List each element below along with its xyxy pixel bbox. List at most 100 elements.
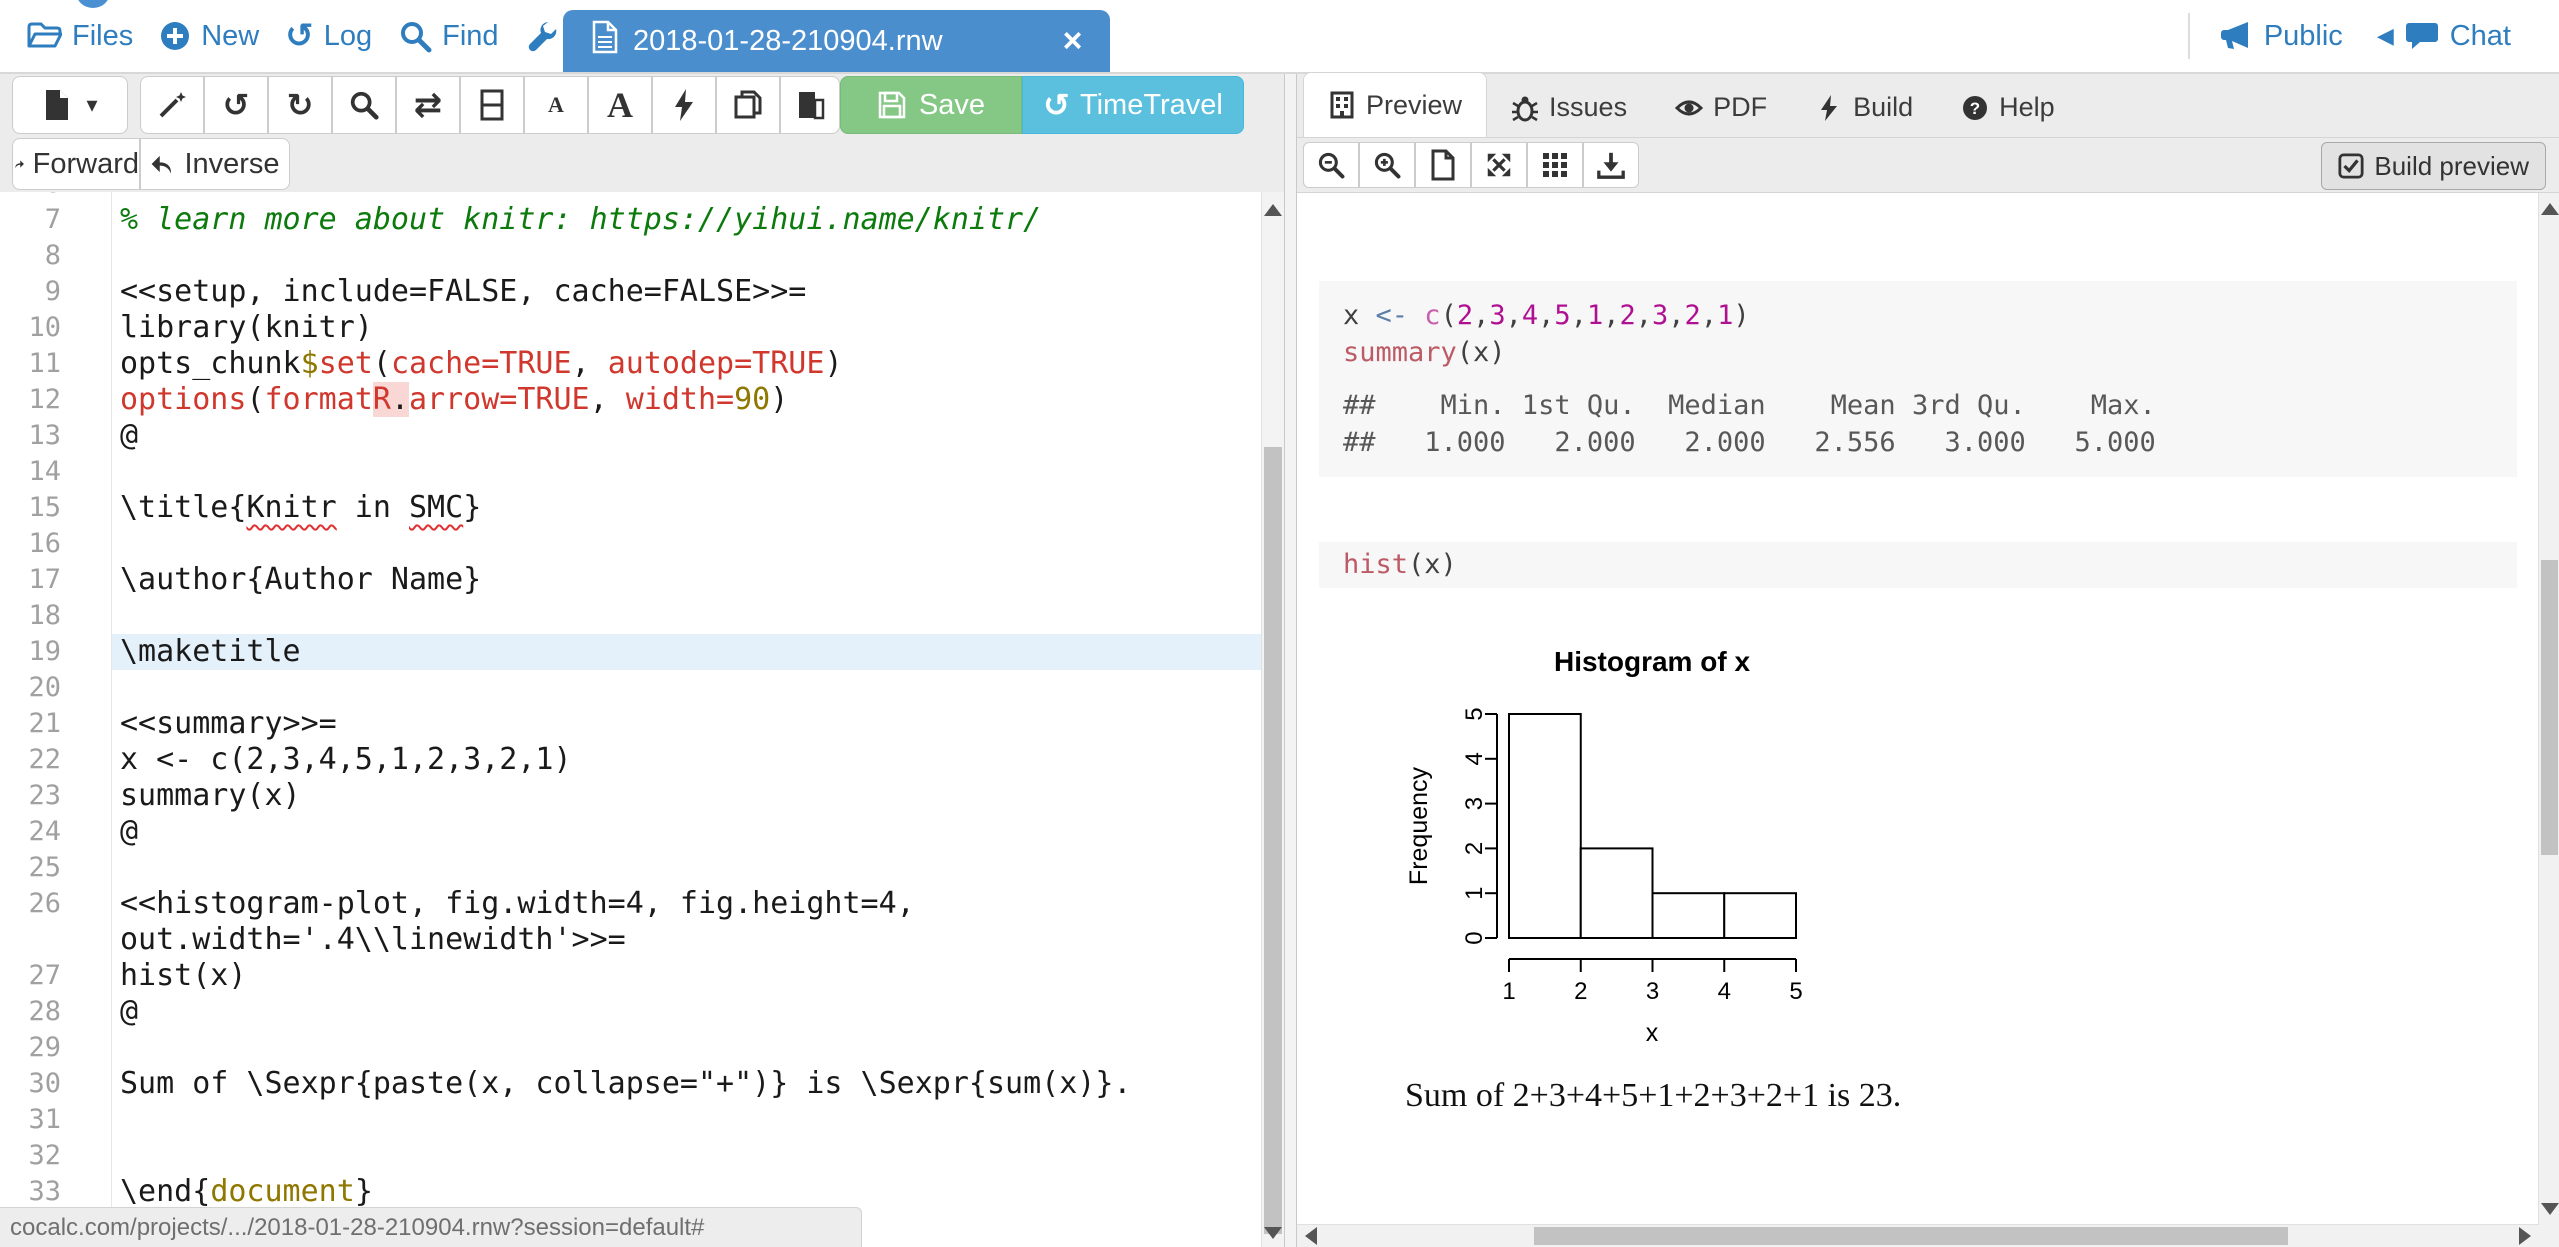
scroll-down-arrow[interactable] bbox=[1264, 1227, 1282, 1239]
tab-issues[interactable]: Issues bbox=[1487, 78, 1651, 137]
nav-log[interactable]: ↺ Log bbox=[285, 16, 372, 56]
caret-left-icon: ◀ bbox=[2377, 24, 2394, 49]
scroll-left-arrow[interactable] bbox=[1305, 1227, 1317, 1245]
editor-line[interactable]: 27hist(x) bbox=[0, 958, 1262, 994]
inverse-button[interactable]: Inverse bbox=[140, 138, 290, 190]
undo-button[interactable]: ↺ bbox=[204, 76, 268, 134]
line-number: 13 bbox=[0, 418, 112, 454]
line-number: 31 bbox=[0, 1102, 112, 1138]
editor-line[interactable]: 21<<summary>>= bbox=[0, 706, 1262, 742]
scroll-down-arrow[interactable] bbox=[2541, 1203, 2559, 1215]
editor-line[interactable]: 17\author{Author Name} bbox=[0, 562, 1262, 598]
tab-build[interactable]: Build bbox=[1791, 78, 1937, 137]
svg-text:4: 4 bbox=[1718, 978, 1731, 1005]
build-bolt-button[interactable] bbox=[652, 76, 716, 134]
editor-line[interactable]: 19\maketitle bbox=[0, 634, 1262, 670]
preview-horizontal-scrollbar[interactable] bbox=[1297, 1224, 2539, 1247]
editor-line[interactable]: 24@ bbox=[0, 814, 1262, 850]
scrollbar-thumb[interactable] bbox=[1534, 1227, 2288, 1245]
editor-line[interactable]: 8 bbox=[0, 238, 1262, 274]
save-icon bbox=[877, 90, 907, 120]
tab-label: Preview bbox=[1366, 90, 1462, 121]
editor-line[interactable]: 23summary(x) bbox=[0, 778, 1262, 814]
scrollbar-thumb[interactable] bbox=[1264, 447, 1282, 1234]
new-file-menu-button[interactable]: ▾ bbox=[12, 76, 128, 134]
zoom-out-button[interactable] bbox=[1303, 142, 1359, 188]
forward-button[interactable]: Forward bbox=[12, 138, 140, 190]
editor-line[interactable]: 18 bbox=[0, 598, 1262, 634]
timetravel-button[interactable]: ↺ TimeTravel bbox=[1022, 76, 1244, 134]
download-button[interactable] bbox=[1583, 142, 1639, 188]
editor-line[interactable]: 16 bbox=[0, 526, 1262, 562]
r-code-output-block: x <- c(2,3,4,5,1,2,3,2,1)summary(x)## Mi… bbox=[1319, 281, 2517, 477]
chat-bubble-icon bbox=[2404, 20, 2440, 52]
fit-page-button[interactable] bbox=[1415, 142, 1471, 188]
line-number: 10 bbox=[0, 310, 112, 346]
redo-button[interactable]: ↻ bbox=[268, 76, 332, 134]
editor-vertical-scrollbar[interactable] bbox=[1261, 192, 1284, 1247]
search-button[interactable] bbox=[332, 76, 396, 134]
arrow-inverse-icon bbox=[150, 151, 176, 177]
editor-line[interactable]: 6 bbox=[0, 192, 1262, 202]
editor-line[interactable]: 26<<histogram-plot, fig.width=4, fig.hei… bbox=[0, 886, 1262, 958]
editor-line[interactable]: 14 bbox=[0, 454, 1262, 490]
editor-line[interactable]: 9<<setup, include=FALSE, cache=FALSE>>= bbox=[0, 274, 1262, 310]
history-icon: ↺ bbox=[1043, 86, 1070, 124]
preview-pane: Preview Issues PDFBuild?Help Build preview… bbox=[1296, 74, 2559, 1247]
preview-icon bbox=[1328, 91, 1356, 119]
editor-line[interactable]: 11opts_chunk$set(cache=TRUE, autodep=TRU… bbox=[0, 346, 1262, 382]
grid-view-button[interactable] bbox=[1527, 142, 1583, 188]
svg-text:Frequency: Frequency bbox=[1405, 766, 1433, 885]
nav-find[interactable]: Find bbox=[398, 19, 498, 53]
editor-line[interactable]: 12options(formatR.arrow=TRUE, width=90) bbox=[0, 382, 1262, 418]
save-button[interactable]: Save bbox=[840, 76, 1022, 134]
nav-public[interactable]: Public bbox=[2218, 20, 2343, 53]
zoom-in-icon bbox=[1372, 150, 1402, 180]
editor-line[interactable]: 29 bbox=[0, 1030, 1262, 1066]
scrollbar-thumb[interactable] bbox=[2541, 560, 2558, 855]
font-decrease-button[interactable]: A bbox=[524, 76, 588, 134]
tab-pdf[interactable]: PDF bbox=[1651, 78, 1791, 137]
editor-line[interactable]: 33\end{document} bbox=[0, 1174, 1262, 1210]
paste-button[interactable] bbox=[780, 76, 840, 134]
file-tab[interactable]: 2018-01-28-210904.rnw × bbox=[563, 10, 1110, 72]
svg-text:3: 3 bbox=[1461, 797, 1488, 810]
editor-line[interactable]: 28@ bbox=[0, 994, 1262, 1030]
scroll-up-arrow[interactable] bbox=[2541, 203, 2559, 215]
tab-preview[interactable]: Preview bbox=[1303, 72, 1487, 137]
editor-line[interactable]: 15\title{Knitr in SMC} bbox=[0, 490, 1262, 526]
scroll-right-arrow[interactable] bbox=[2519, 1227, 2531, 1245]
build-preview-button[interactable]: Build preview bbox=[2321, 142, 2546, 190]
tab-label: Issues bbox=[1549, 92, 1627, 123]
editor-line[interactable]: 7% learn more about knitr: https://yihui… bbox=[0, 202, 1262, 238]
editor-line[interactable]: 30Sum of \Sexpr{paste(x, collapse="+")} … bbox=[0, 1066, 1262, 1102]
code-editor[interactable]: 67% learn more about knitr: https://yihu… bbox=[0, 192, 1262, 1247]
latex-nav-row: Forward Inverse bbox=[0, 136, 1284, 193]
magic-wand-button[interactable] bbox=[140, 76, 204, 134]
histogram-figure: Histogram of xFrequencyx01234512345 bbox=[1391, 641, 1881, 1066]
editor-line[interactable]: 25 bbox=[0, 850, 1262, 886]
editor-line[interactable]: 32 bbox=[0, 1138, 1262, 1174]
preview-vertical-scrollbar[interactable] bbox=[2538, 193, 2559, 1225]
nav-files[interactable]: Files bbox=[26, 20, 133, 53]
bolt-icon bbox=[671, 88, 697, 122]
scroll-up-arrow[interactable] bbox=[1264, 204, 1282, 216]
svg-text:1: 1 bbox=[1502, 978, 1515, 1005]
copy-button[interactable] bbox=[716, 76, 780, 134]
tab-help[interactable]: ?Help bbox=[1937, 78, 2079, 137]
zoom-in-button[interactable] bbox=[1359, 142, 1415, 188]
split-view-button[interactable] bbox=[460, 76, 524, 134]
editor-line[interactable]: 10library(knitr) bbox=[0, 310, 1262, 346]
nav-chat[interactable]: ◀ Chat bbox=[2377, 20, 2511, 53]
editor-line[interactable]: 22x <- c(2,3,4,5,1,2,3,2,1) bbox=[0, 742, 1262, 778]
editor-line[interactable]: 13@ bbox=[0, 418, 1262, 454]
replace-button[interactable]: ⇄ bbox=[396, 76, 460, 134]
editor-line[interactable]: 31 bbox=[0, 1102, 1262, 1138]
nav-new[interactable]: New bbox=[159, 20, 259, 53]
line-number: 12 bbox=[0, 382, 112, 418]
editor-line[interactable]: 20 bbox=[0, 670, 1262, 706]
font-increase-button[interactable]: A bbox=[588, 76, 652, 134]
fullscreen-button[interactable] bbox=[1471, 142, 1527, 188]
svg-text:0: 0 bbox=[1461, 931, 1488, 944]
close-icon[interactable]: × bbox=[1063, 24, 1083, 58]
